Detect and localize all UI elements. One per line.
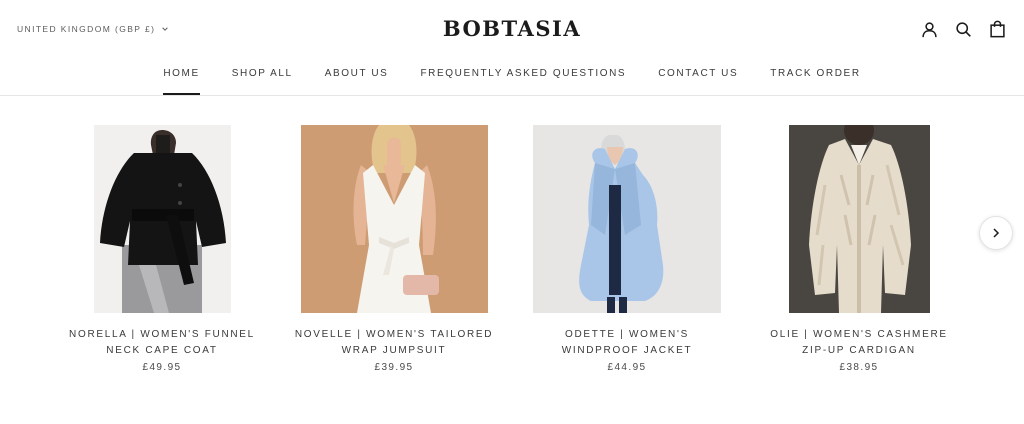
header: UNITED KINGDOM (GBP £) BOBTASIA bbox=[0, 0, 1024, 60]
main-navigation: HOME SHOP ALL ABOUT US FREQUENTLY ASKED … bbox=[0, 66, 1024, 95]
account-icon[interactable] bbox=[920, 20, 938, 38]
product-title[interactable]: NOVELLE | WOMEN'S TAILORED WRAP JUMPSUIT bbox=[294, 327, 494, 359]
store-logo[interactable]: BOBTASIA bbox=[443, 16, 581, 41]
product-price: £38.95 bbox=[839, 362, 879, 373]
nav-about-us[interactable]: ABOUT US bbox=[309, 66, 405, 95]
nav-shop-all[interactable]: SHOP ALL bbox=[216, 66, 309, 95]
product-card[interactable]: ODETTE | WOMEN'S WINDPROOF JACKET £44.95 bbox=[527, 125, 727, 373]
product-card[interactable]: NORELLA | WOMEN'S FUNNEL NECK CAPE COAT … bbox=[62, 125, 262, 373]
chevron-right-icon bbox=[993, 228, 1000, 238]
product-image[interactable] bbox=[301, 125, 488, 313]
product-title[interactable]: NORELLA | WOMEN'S FUNNEL NECK CAPE COAT bbox=[62, 327, 262, 359]
nav-faq[interactable]: FREQUENTLY ASKED QUESTIONS bbox=[404, 66, 642, 95]
product-image[interactable] bbox=[789, 125, 930, 313]
nav-contact-us[interactable]: CONTACT US bbox=[642, 66, 754, 95]
product-card[interactable]: OLIE | WOMEN'S CASHMERE ZIP-UP CARDIGAN … bbox=[759, 125, 959, 373]
product-image[interactable] bbox=[94, 125, 231, 313]
carousel-next-button[interactable] bbox=[979, 216, 1013, 250]
header-divider bbox=[0, 95, 1024, 96]
product-title[interactable]: OLIE | WOMEN'S CASHMERE ZIP-UP CARDIGAN bbox=[759, 327, 959, 359]
product-image[interactable] bbox=[533, 125, 721, 313]
product-card[interactable]: NOVELLE | WOMEN'S TAILORED WRAP JUMPSUIT… bbox=[294, 125, 494, 373]
product-price: £44.95 bbox=[607, 362, 647, 373]
logo-container: BOBTASIA bbox=[0, 16, 1024, 41]
product-price: £39.95 bbox=[374, 362, 414, 373]
header-icons bbox=[920, 20, 1006, 38]
cart-icon[interactable] bbox=[988, 20, 1006, 38]
product-price: £49.95 bbox=[142, 362, 182, 373]
nav-track-order[interactable]: TRACK ORDER bbox=[754, 66, 876, 95]
search-icon[interactable] bbox=[954, 20, 972, 38]
product-title[interactable]: ODETTE | WOMEN'S WINDPROOF JACKET bbox=[527, 327, 727, 359]
nav-home[interactable]: HOME bbox=[147, 66, 215, 95]
